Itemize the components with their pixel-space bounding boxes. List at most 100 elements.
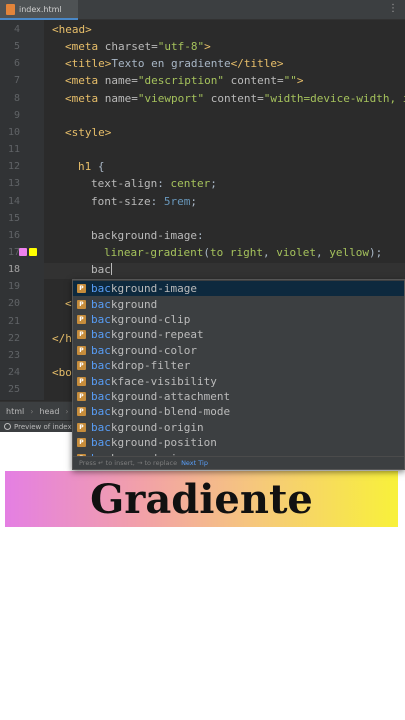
- code-line: <title>Texto en gradiente</title>: [65, 56, 284, 71]
- code-token: "description": [137, 74, 231, 88]
- code-token: linear-gradient: [104, 245, 204, 259]
- line-number: 24: [7, 367, 20, 378]
- autocomplete-item-label: background-origin: [91, 421, 204, 434]
- breadcrumb-item-html[interactable]: html: [6, 407, 24, 416]
- code-token: violet: [276, 245, 316, 259]
- next-tip-link[interactable]: Next Tip: [181, 459, 208, 467]
- color-swatch-icon[interactable]: [19, 247, 27, 256]
- code-line: <meta name="viewport" content="width=dev…: [65, 91, 405, 106]
- line-number: 15: [7, 212, 20, 224]
- tab-label: index.html: [19, 4, 62, 14]
- autocomplete-item[interactable]: Pbackground-repeat: [73, 327, 404, 342]
- line-number: 21: [7, 315, 20, 327]
- autocomplete-item[interactable]: Pbackdrop-filter: [73, 358, 404, 373]
- line-number: 17: [7, 246, 20, 258]
- autocomplete-item[interactable]: Pbackface-visibility: [73, 373, 404, 388]
- line-number: 7: [13, 75, 20, 87]
- line-number: 19: [7, 281, 20, 293]
- code-token: "": [283, 74, 297, 88]
- code-token: content=: [210, 91, 264, 105]
- autocomplete-item[interactable]: Pbackground-attachment: [73, 389, 404, 404]
- autocomplete-item-label: background-clip: [91, 313, 190, 326]
- autocomplete-item[interactable]: Pbackground: [73, 296, 404, 311]
- line-number: 25: [7, 384, 20, 396]
- code-line: background-image:: [91, 228, 204, 243]
- match-highlight: bac: [91, 389, 111, 403]
- property-icon: P: [77, 284, 86, 294]
- code-line: <style>: [65, 125, 111, 140]
- line-number: 5: [13, 41, 20, 53]
- autocomplete-item[interactable]: Pbackground-color: [73, 343, 404, 358]
- code-token: <title>: [65, 57, 112, 71]
- property-icon: P: [77, 361, 86, 371]
- code-token: charset=: [104, 40, 158, 54]
- line-number: 16: [7, 229, 20, 241]
- ellipsis-icon[interactable]: ⋮: [388, 3, 398, 14]
- code-line: font-size: 5rem;: [91, 194, 197, 209]
- property-icon: P: [77, 391, 86, 401]
- code-token: <meta: [65, 40, 105, 54]
- match-remainder: kground-attachment: [110, 389, 231, 403]
- code-token: name=: [104, 74, 138, 88]
- line-number: 18: [7, 264, 20, 276]
- autocomplete-item[interactable]: Pbackground-image: [73, 281, 404, 297]
- gradient-heading-banner: Gradiente: [5, 471, 398, 527]
- footer-hint: Press ↵ to insert, → to replace: [79, 459, 178, 467]
- line-number: 9: [13, 109, 20, 121]
- match-highlight: bac: [91, 420, 111, 434]
- match-highlight: bac: [91, 359, 111, 373]
- code-line: h1 {: [78, 159, 105, 174]
- autocomplete-item-label: background-repeat: [91, 328, 204, 341]
- autocomplete-item-label: background-attachment: [91, 390, 230, 403]
- autocomplete-popup[interactable]: Pbackground-image Pbackground Pbackground-…: [72, 279, 405, 470]
- match-highlight: bac: [91, 343, 111, 357]
- code-token: <meta: [65, 74, 105, 88]
- preview-heading: Gradiente: [90, 475, 313, 523]
- match-remainder: kground-image: [110, 282, 197, 296]
- color-swatch-icon[interactable]: [29, 247, 37, 256]
- autocomplete-footer: Press ↵ to insert, → to replace Next Tip: [73, 456, 404, 469]
- line-number: 12: [7, 161, 20, 173]
- property-icon: P: [77, 438, 86, 448]
- match-remainder: kground-clip: [110, 312, 191, 326]
- autocomplete-item[interactable]: Pbackground-blend-mode: [73, 404, 404, 419]
- match-remainder: kground-color: [110, 343, 197, 357]
- code-token: </title>: [230, 57, 284, 71]
- preview-tab-label[interactable]: Preview of index: [14, 423, 72, 431]
- autocomplete-item-label: background-image: [91, 282, 197, 295]
- code-token: >: [296, 74, 304, 88]
- code-line: <head>: [52, 22, 92, 37]
- code-line: <meta name="description" content="">: [65, 73, 303, 88]
- code-token: yellow: [329, 245, 369, 259]
- code-token: {: [97, 160, 105, 174]
- line-number: 4: [13, 24, 20, 35]
- match-remainder: kground-position: [110, 436, 217, 450]
- autocomplete-item[interactable]: Pbackground-position: [73, 435, 404, 450]
- tab-index-html[interactable]: index.html: [0, 0, 78, 20]
- autocomplete-item-label: background-color: [91, 344, 197, 357]
- code-token: text-align: [91, 177, 158, 191]
- code-line: bac: [91, 262, 112, 277]
- property-icon: P: [77, 314, 86, 324]
- property-icon: P: [77, 376, 86, 386]
- code-token: :: [196, 228, 204, 242]
- code-token: ,: [262, 245, 277, 259]
- breadcrumb-item-head[interactable]: head: [39, 407, 59, 416]
- code-token: center: [170, 177, 211, 191]
- autocomplete-item[interactable]: Pbackground-clip: [73, 312, 404, 327]
- property-icon: P: [77, 330, 86, 340]
- match-highlight: bac: [91, 374, 111, 388]
- code-token: to right: [209, 245, 263, 259]
- line-number: 11: [7, 144, 20, 156]
- chevron-right-icon: ›: [30, 406, 34, 416]
- autocomplete-item[interactable]: Pbackground-origin: [73, 420, 404, 435]
- code-token: ;: [190, 194, 197, 208]
- code-token: font-size: [91, 194, 151, 208]
- line-number: 13: [7, 178, 20, 190]
- chevron-right-icon: ›: [65, 406, 69, 416]
- property-icon: P: [77, 407, 86, 417]
- code-token: 5rem: [163, 194, 191, 208]
- line-number: 22: [7, 332, 20, 344]
- code-line: text-align: center;: [91, 176, 217, 191]
- property-icon: P: [77, 422, 86, 432]
